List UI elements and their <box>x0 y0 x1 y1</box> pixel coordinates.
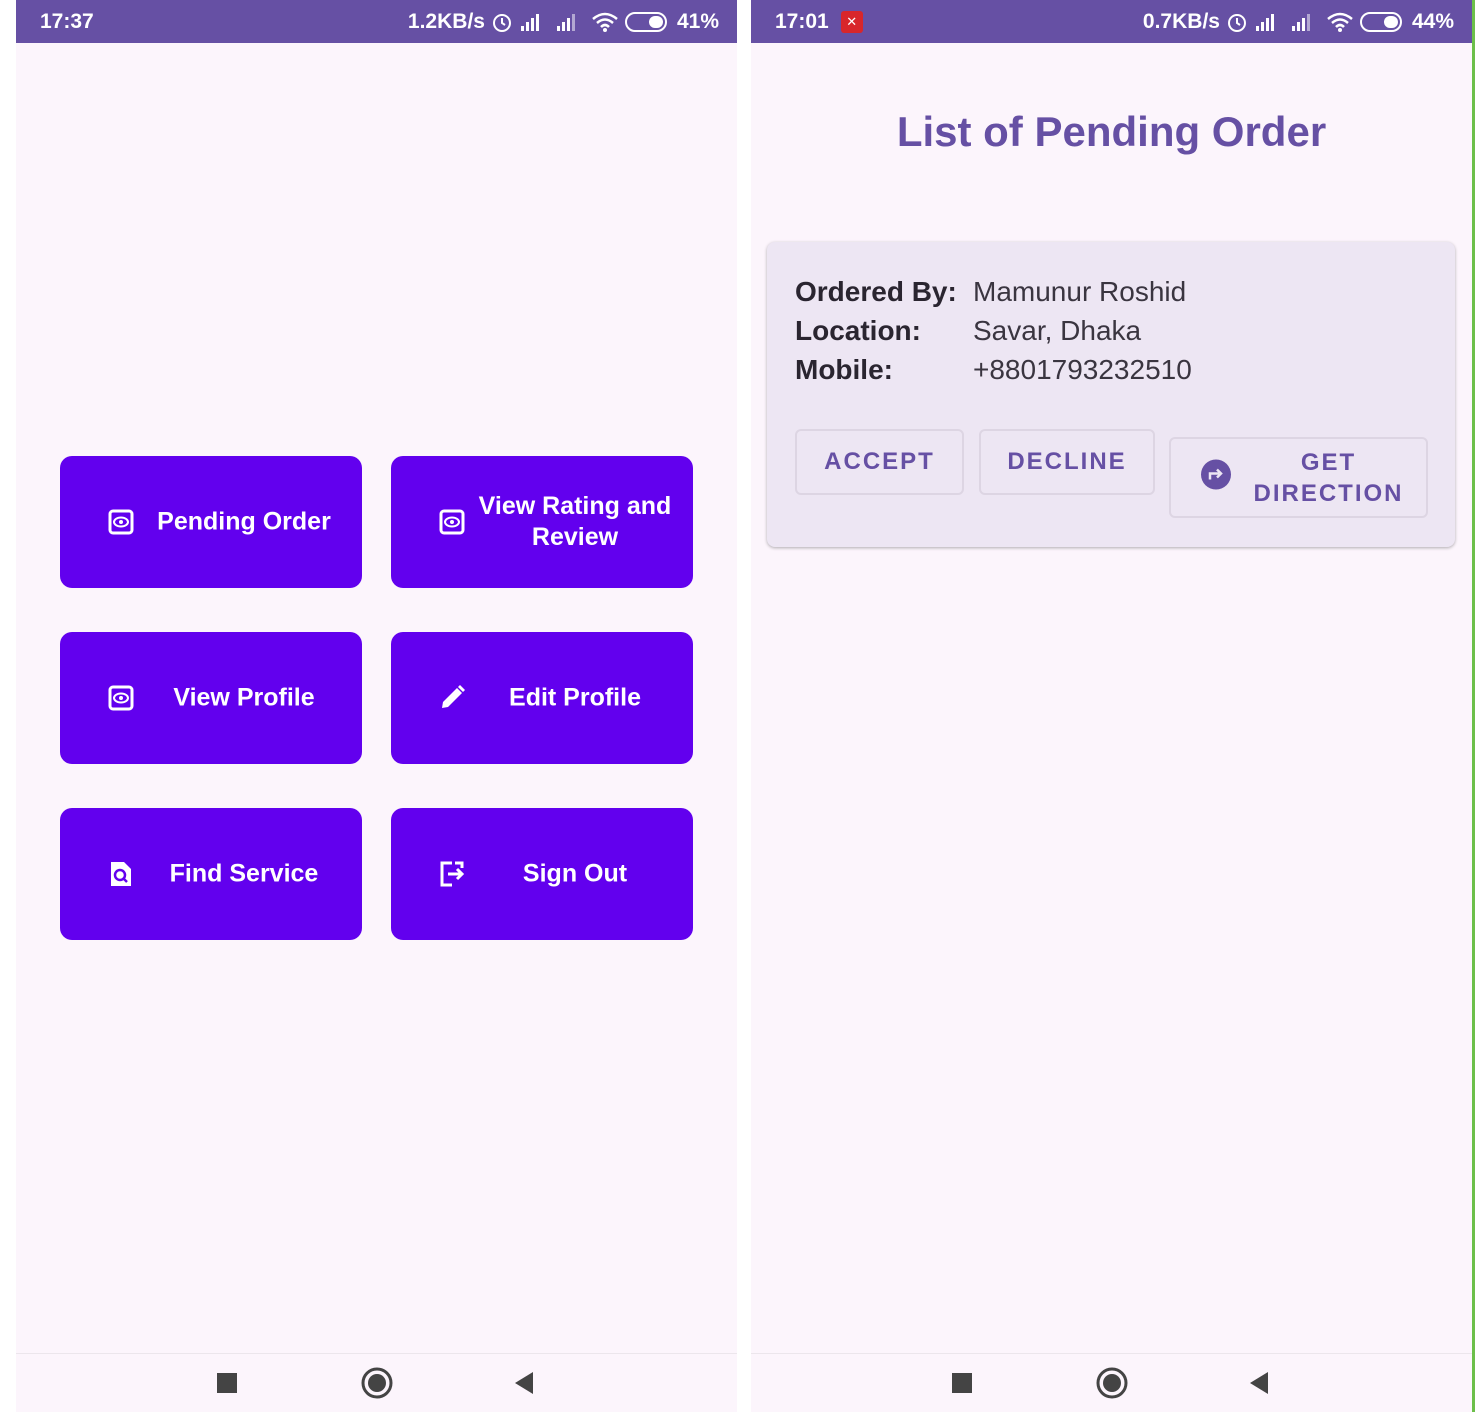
back-button[interactable] <box>506 1368 542 1398</box>
battery-icon <box>1359 11 1406 33</box>
status-bar: 17:01 ✕ 0.7KB/s 44% <box>751 0 1472 43</box>
battery-icon <box>624 11 671 33</box>
battery-percent: 41% <box>676 10 719 33</box>
mobile-value: +8801793232510 <box>973 354 1192 385</box>
alarm-icon <box>491 11 513 33</box>
view-rating-review-label: View Rating and Review <box>478 492 672 551</box>
get-direction-button[interactable]: GET DIRECTION <box>1169 437 1428 518</box>
pending-orders-screen: 17:01 ✕ 0.7KB/s 44% List of Pending Order… <box>751 0 1472 1412</box>
back-triangle-icon <box>1250 1372 1268 1394</box>
home-screen: 17:37 1.2KB/s 41% Pending Order View Rat… <box>16 0 737 1412</box>
sign-out-button[interactable]: Sign Out <box>391 808 693 940</box>
location-value: Savar, Dhaka <box>973 315 1142 346</box>
decline-button[interactable]: DECLINE <box>979 429 1155 495</box>
network-speed: 0.7KB/s <box>1142 10 1220 33</box>
notification-icon: ✕ <box>840 11 863 34</box>
sign-out-label: Sign Out <box>522 859 628 888</box>
eye-box-icon <box>106 683 136 713</box>
signal-icon <box>519 12 549 32</box>
alarm-icon <box>1226 11 1248 33</box>
battery-percent: 44% <box>1411 10 1454 33</box>
get-direction-line2: DIRECTION <box>1253 479 1404 507</box>
view-profile-label: View Profile <box>173 683 315 712</box>
square-icon <box>217 1373 237 1393</box>
back-button[interactable] <box>1241 1368 1277 1398</box>
home-circle-icon <box>1096 1367 1128 1399</box>
status-time: 17:37 <box>40 10 94 33</box>
home-button[interactable] <box>359 1367 395 1399</box>
view-profile-button[interactable]: View Profile <box>60 632 362 764</box>
ordered-by-label: Ordered By: <box>795 276 957 307</box>
signal-icon-2 <box>1290 12 1320 32</box>
pending-order-button[interactable]: Pending Order <box>60 456 362 588</box>
status-time: 17:01 ✕ <box>775 10 863 34</box>
status-indicators: 1.2KB/s 41% <box>408 10 719 34</box>
ordered-by-value: Mamunur Roshid <box>973 276 1187 307</box>
find-service-button[interactable]: Find Service <box>60 808 362 940</box>
home-button[interactable] <box>1094 1367 1130 1399</box>
find-service-label: Find Service <box>169 859 319 888</box>
back-triangle-icon <box>515 1372 533 1394</box>
page-title: List of Pending Order <box>896 108 1327 155</box>
eye-box-icon <box>437 507 467 537</box>
view-rating-review-button[interactable]: View Rating and Review <box>391 456 693 588</box>
exit-icon <box>437 859 467 889</box>
mobile-label: Mobile: <box>795 354 893 385</box>
pending-order-label: Pending Order <box>157 507 331 536</box>
time-text: 17:01 <box>775 10 829 33</box>
status-bar: 17:37 1.2KB/s 41% <box>16 0 737 43</box>
wifi-icon <box>1326 11 1354 33</box>
location-label: Location: <box>795 315 921 346</box>
pencil-icon <box>437 683 467 713</box>
wifi-icon <box>591 11 619 33</box>
signal-icon <box>1254 12 1284 32</box>
directions-icon <box>1199 457 1233 498</box>
edit-profile-label: Edit Profile <box>509 683 641 712</box>
network-speed: 1.2KB/s <box>407 10 485 33</box>
status-indicators: 0.7KB/s 44% <box>1143 10 1454 34</box>
navigation-bar <box>751 1353 1472 1412</box>
square-icon <box>952 1373 972 1393</box>
navigation-bar <box>16 1353 737 1412</box>
edit-profile-button[interactable]: Edit Profile <box>391 632 693 764</box>
recents-button[interactable] <box>209 1368 245 1398</box>
eye-box-icon <box>106 507 136 537</box>
signal-icon-2 <box>555 12 585 32</box>
order-card: Ordered By: Mamunur Roshid Location: Sav… <box>767 242 1455 547</box>
recents-button[interactable] <box>944 1368 980 1398</box>
get-direction-label: GET DIRECTION <box>1241 447 1416 509</box>
accept-button[interactable]: ACCEPT <box>795 429 964 495</box>
home-circle-icon <box>361 1367 393 1399</box>
file-search-icon <box>106 859 136 889</box>
get-direction-line1: GET <box>1300 448 1357 476</box>
